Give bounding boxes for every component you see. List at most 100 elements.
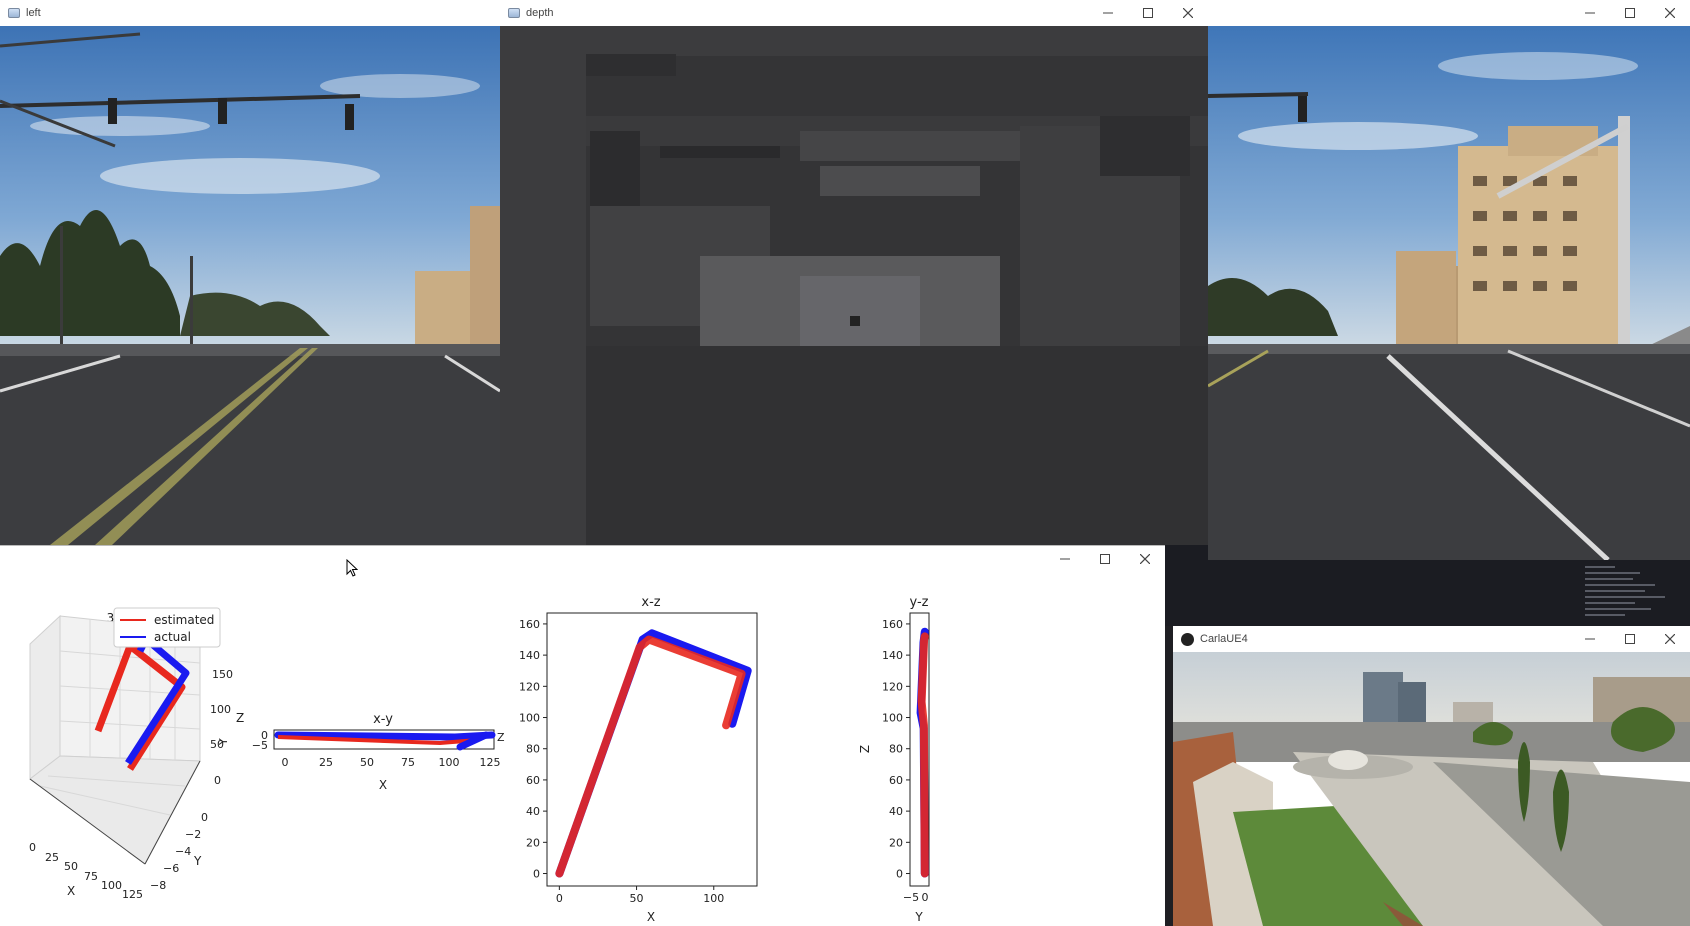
close-button[interactable] xyxy=(1168,0,1208,26)
xz-x-label: X xyxy=(647,910,655,924)
xy-z-label: Z xyxy=(497,731,505,744)
3d-x-tick: 50 xyxy=(64,860,78,873)
left-camera-window[interactable]: left xyxy=(0,0,500,545)
plot-xz: x-z 160 140 120 100 80 60 40 20 0 0 50 100 X xyxy=(519,595,758,924)
yz-x-label: Y xyxy=(914,910,923,924)
xy-y-tick: −5 xyxy=(252,739,268,752)
minimize-button[interactable] xyxy=(1570,626,1610,652)
xy-x-tick: 100 xyxy=(439,756,460,769)
xy-x-tick: 50 xyxy=(360,756,374,769)
close-button[interactable] xyxy=(1650,626,1690,652)
plot-xy-title: x-y xyxy=(373,712,393,727)
xz-x-tick: 0 xyxy=(556,892,563,905)
3d-x-tick: 100 xyxy=(101,879,122,892)
xy-x-tick: 75 xyxy=(401,756,415,769)
maximize-button[interactable] xyxy=(1610,626,1650,652)
plot-xz-axes xyxy=(546,612,758,887)
city-scene-image xyxy=(1173,652,1690,926)
right-camera-window[interactable] xyxy=(1208,0,1690,560)
plot-xz-title: x-z xyxy=(641,595,660,610)
xy-x-tick: 125 xyxy=(480,756,501,769)
mouse-cursor-icon xyxy=(346,559,358,577)
xz-y-tick: 120 xyxy=(519,680,540,693)
window-title: left xyxy=(26,7,41,19)
yz-y-tick: 160 xyxy=(882,618,903,631)
yz-y-tick: 0 xyxy=(896,868,903,881)
unreal-logo-icon xyxy=(1181,632,1194,646)
window-title: depth xyxy=(526,7,554,19)
right-window-titlebar[interactable] xyxy=(1208,0,1690,26)
3d-y-tick: −2 xyxy=(185,828,201,841)
yz-y-tick: 100 xyxy=(882,712,903,725)
3d-z-tick: 150 xyxy=(212,668,233,681)
xz-y-tick: 60 xyxy=(526,774,540,787)
plot-xy: x-y 0 25 50 75 100 125 X 0 −5 Z Y xyxy=(217,712,505,792)
yz-y-tick: 40 xyxy=(889,805,903,818)
3d-z-label: Z xyxy=(236,711,244,725)
3d-z-tick: 100 xyxy=(210,703,231,716)
xz-y-tick: 160 xyxy=(519,618,540,631)
legend-estimated-label: estimated xyxy=(154,613,214,627)
maximize-button[interactable] xyxy=(1085,546,1125,572)
xy-x-tick: 25 xyxy=(319,756,333,769)
3d-z-tick: 0 xyxy=(214,774,221,787)
carla-window-titlebar[interactable]: CarlaUE4 xyxy=(1173,626,1690,652)
3d-y-tick: 0 xyxy=(201,811,208,824)
terminal-window-fragment xyxy=(1165,560,1690,626)
minimize-button[interactable] xyxy=(1045,546,1085,572)
xz-y-tick: 40 xyxy=(526,805,540,818)
3d-x-tick: 75 xyxy=(84,870,98,883)
carla-simulator-view xyxy=(1173,652,1690,926)
yz-x-tick: −5 xyxy=(903,891,919,904)
close-button[interactable] xyxy=(1125,546,1165,572)
street-scene-image xyxy=(0,26,500,545)
plot-canvas: 3D estimated act xyxy=(0,559,1165,926)
xz-y-tick: 140 xyxy=(519,649,540,662)
3d-x-label: X xyxy=(67,884,75,898)
right-camera-view xyxy=(1208,26,1690,560)
window-app-icon xyxy=(508,8,520,18)
xz-y-tick: 80 xyxy=(526,743,540,756)
plot-window[interactable]: 3D estimated act xyxy=(0,545,1165,926)
maximize-button[interactable] xyxy=(1610,0,1650,26)
3d-x-tick: 25 xyxy=(45,851,59,864)
yz-y-tick: 60 xyxy=(889,774,903,787)
yz-y-tick: 120 xyxy=(882,680,903,693)
legend-actual-label: actual xyxy=(154,630,191,644)
close-button[interactable] xyxy=(1650,0,1690,26)
3d-y-tick: −4 xyxy=(175,845,191,858)
depth-map-view xyxy=(500,26,1208,545)
minimize-button[interactable] xyxy=(1088,0,1128,26)
depth-map-image xyxy=(500,26,1208,545)
xz-y-tick: 0 xyxy=(533,868,540,881)
window-title: CarlaUE4 xyxy=(1200,633,1248,645)
xz-x-tick: 50 xyxy=(630,892,644,905)
yz-y-label: Z xyxy=(858,745,872,753)
yz-estimated-line xyxy=(917,632,929,878)
desktop-background xyxy=(1165,545,1208,560)
plot-yz: y-z 160 140 120 100 80 60 40 20 0 −5 0 Y Z xyxy=(858,595,930,924)
3d-y-tick: −6 xyxy=(163,862,179,875)
left-window-titlebar[interactable]: left xyxy=(0,0,500,26)
xz-y-tick: 20 xyxy=(526,836,540,849)
depth-window-titlebar[interactable]: depth xyxy=(500,0,1208,26)
3d-y-tick: −8 xyxy=(150,879,166,892)
yz-y-tick: 140 xyxy=(882,649,903,662)
3d-x-tick: 125 xyxy=(122,888,143,901)
plot-window-titlebar[interactable] xyxy=(0,545,1165,571)
maximize-button[interactable] xyxy=(1128,0,1168,26)
left-camera-view xyxy=(0,26,500,545)
3d-x-tick: 0 xyxy=(29,841,36,854)
yz-x-tick: 0 xyxy=(922,891,929,904)
xz-y-tick: 100 xyxy=(519,712,540,725)
xz-x-tick: 100 xyxy=(703,892,724,905)
depth-window[interactable]: depth xyxy=(500,0,1208,545)
carla-window[interactable]: CarlaUE4 xyxy=(1173,626,1690,926)
yz-y-tick: 80 xyxy=(889,743,903,756)
minimize-button[interactable] xyxy=(1570,0,1610,26)
street-scene-image xyxy=(1208,26,1690,560)
xy-x-label: X xyxy=(379,778,387,792)
trajectory-figure: 3D estimated act xyxy=(29,595,930,924)
xy-y-label: Y xyxy=(217,738,230,746)
window-app-icon xyxy=(8,8,20,18)
